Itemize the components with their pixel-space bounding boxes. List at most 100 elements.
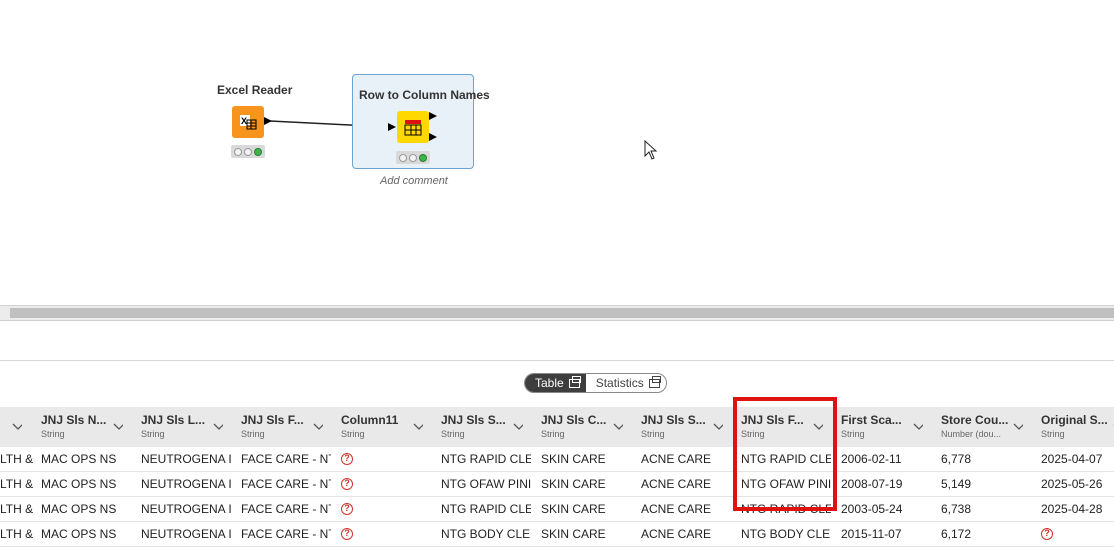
- table-cell: FACE CARE - NT: [241, 452, 331, 466]
- table-cell: ACNE CARE: [641, 502, 712, 516]
- column-header-type: String: [341, 429, 365, 439]
- row-to-column-names-node[interactable]: [397, 111, 429, 143]
- table-cell: ACNE CARE: [641, 452, 712, 466]
- table-cell: NTG RAPID CLE: [441, 502, 531, 516]
- missing-value-icon: ?: [341, 477, 353, 490]
- chevron-down-icon[interactable]: [213, 421, 223, 431]
- column-header[interactable]: First Sca... String: [841, 407, 941, 447]
- table-cell: 2006-02-11: [841, 452, 902, 466]
- missing-value-icon: ?: [341, 452, 353, 465]
- column-header[interactable]: JNJ Sls L... String: [141, 407, 241, 447]
- column-header[interactable]: JNJ Sls F... String: [241, 407, 341, 447]
- tab-statistics[interactable]: Statistics: [586, 374, 666, 392]
- chevron-down-icon[interactable]: [713, 421, 723, 431]
- column-header-type: String: [41, 429, 65, 439]
- chevron-down-icon[interactable]: [513, 421, 523, 431]
- table-cell: 2003-05-24: [841, 502, 903, 516]
- column-header-name: Original S...: [1041, 413, 1108, 427]
- table-cell: NTG BODY CLE.: [741, 527, 831, 541]
- chevron-down-icon[interactable]: [413, 421, 423, 431]
- column-header[interactable]: JNJ Sls N... String: [41, 407, 141, 447]
- column-header-name: First Sca...: [841, 413, 902, 427]
- column-header-name: Column11: [341, 413, 399, 427]
- horizontal-scrollbar[interactable]: [10, 308, 1114, 318]
- column-header-name: JNJ Sls N...: [41, 413, 107, 427]
- column-header-type: String: [841, 429, 865, 439]
- table-cell: 2025-05-26: [1041, 477, 1103, 491]
- row-to-column-output-port-1[interactable]: [429, 112, 437, 120]
- table-cell: ACNE CARE: [641, 527, 712, 541]
- column-header[interactable]: Store Cou... Number (dou...: [941, 407, 1041, 447]
- view-toggle[interactable]: Table Statistics: [524, 373, 667, 393]
- table-row[interactable]: LTH & MAC OPS NS NEUTROGENA I FACE CARE - N…: [0, 497, 1114, 522]
- chevron-down-icon[interactable]: [12, 421, 22, 431]
- table-cell: LTH &: [0, 527, 34, 541]
- table-cell: NTG BODY CLE.: [441, 527, 531, 541]
- excel-reader-icon: X: [240, 115, 257, 130]
- missing-value-icon: ?: [341, 522, 431, 546]
- table-cell: FACE CARE - NT: [241, 502, 331, 516]
- excel-reader-status: [231, 145, 265, 158]
- row-to-column-status: [396, 151, 430, 164]
- tab-statistics-label: Statistics: [595, 376, 644, 390]
- column-header-name: JNJ Sls S...: [641, 413, 706, 427]
- excel-reader-output-port[interactable]: [264, 117, 272, 125]
- chevron-down-icon[interactable]: [113, 421, 123, 431]
- table-cell: 5,149: [941, 477, 972, 491]
- mouse-cursor-icon: [644, 140, 658, 160]
- chevron-down-icon[interactable]: [313, 421, 323, 431]
- table-cell: NEUTROGENA I: [141, 477, 231, 491]
- table-cell: 6,172: [941, 527, 972, 541]
- column-header[interactable]: JNJ Sls S... String: [441, 407, 541, 447]
- table-cell: SKIN CARE: [541, 502, 606, 516]
- table-cell: NEUTROGENA I: [141, 502, 231, 516]
- column-header-type: String: [241, 429, 265, 439]
- add-comment-label[interactable]: Add comment: [380, 175, 448, 187]
- table-cell: ACNE CARE: [641, 477, 712, 491]
- column-header-type: String: [141, 429, 165, 439]
- output-panel-header: [0, 321, 1114, 361]
- highlight-box: [733, 397, 837, 511]
- excel-reader-node[interactable]: X: [232, 106, 264, 138]
- column-header[interactable]: Original S... String: [1041, 407, 1114, 447]
- open-window-icon[interactable]: [568, 375, 581, 388]
- table-row[interactable]: LTH & MAC OPS NS NEUTROGENA I FACE CARE - N…: [0, 522, 1114, 547]
- table-cell: MAC OPS NS: [41, 527, 117, 541]
- tab-table[interactable]: Table: [525, 374, 586, 392]
- node-title-row-to-column-names[interactable]: Row to Column Names: [359, 88, 490, 102]
- chevron-down-icon[interactable]: [913, 421, 923, 431]
- missing-value-icon: ?: [341, 502, 353, 515]
- table-cell: NTG RAPID CLE: [441, 452, 531, 466]
- table-cell: LTH &: [0, 477, 34, 491]
- column-header[interactable]: ...: [0, 407, 40, 447]
- missing-value-icon: ?: [1041, 527, 1053, 540]
- open-window-icon[interactable]: [648, 375, 661, 388]
- table-cell: SKIN CARE: [541, 452, 606, 466]
- missing-value-icon: ?: [341, 472, 431, 496]
- svg-text:X: X: [241, 116, 247, 126]
- data-table: ...JNJ Sls N...StringJNJ Sls L...StringJ…: [0, 407, 1114, 552]
- column-header-type: String: [441, 429, 465, 439]
- column-header[interactable]: JNJ Sls C... String: [541, 407, 641, 447]
- table-cell: NEUTROGENA I: [141, 452, 231, 466]
- column-header[interactable]: JNJ Sls S... String: [641, 407, 741, 447]
- table-cell: FACE CARE - NT: [241, 477, 331, 491]
- workflow-canvas[interactable]: Excel Reader X Row to Column Names Add c…: [0, 0, 1114, 305]
- table-cell: 2025-04-28: [1041, 502, 1103, 516]
- table-cell: SKIN CARE: [541, 527, 606, 541]
- column-header[interactable]: Column11 String: [341, 407, 441, 447]
- chevron-down-icon[interactable]: [1013, 421, 1023, 431]
- table-cell: MAC OPS NS: [41, 452, 117, 466]
- node-connection: [269, 120, 391, 128]
- table-cell: 2015-11-07: [841, 527, 902, 541]
- column-header-name: JNJ Sls C...: [541, 413, 607, 427]
- row-to-column-output-port-2[interactable]: [429, 133, 437, 141]
- chevron-down-icon[interactable]: [613, 421, 623, 431]
- table-row[interactable]: LTH & MAC OPS NS NEUTROGENA I FACE CARE - N…: [0, 447, 1114, 472]
- table-row[interactable]: LTH & MAC OPS NS NEUTROGENA I FACE CARE - N…: [0, 472, 1114, 497]
- column-header-type: Number (dou...: [941, 429, 1002, 439]
- missing-value-icon: ?: [1041, 522, 1114, 546]
- row-to-column-input-port[interactable]: [388, 123, 396, 131]
- table-cell: SKIN CARE: [541, 477, 606, 491]
- node-title-excel-reader[interactable]: Excel Reader: [217, 83, 292, 97]
